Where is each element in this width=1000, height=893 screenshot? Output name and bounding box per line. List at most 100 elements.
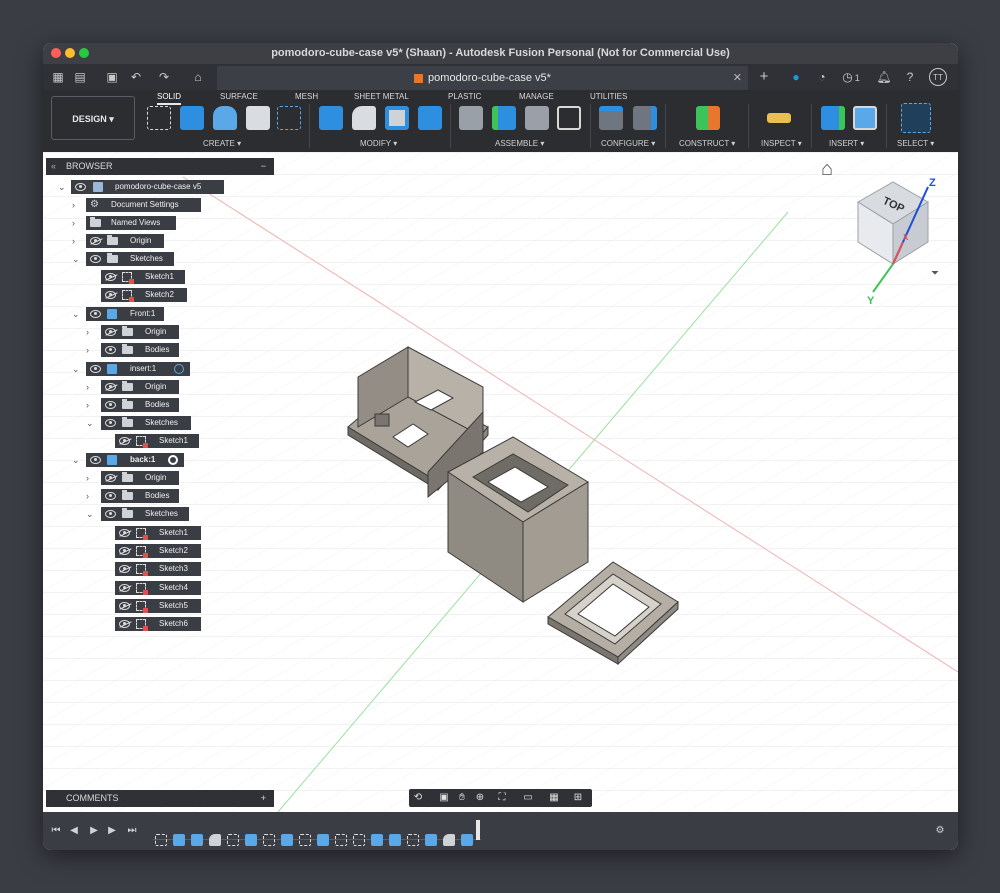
data-panel-icon[interactable]: ◔	[813, 68, 831, 86]
chevron-down-icon[interactable]: ⌄	[72, 362, 80, 376]
redo-icon[interactable]: ↷	[155, 68, 173, 86]
create-sketch-icon[interactable]	[147, 106, 171, 130]
tree-node-sketch[interactable]: Sketch1	[115, 526, 201, 540]
hidden-eye-icon[interactable]	[119, 602, 130, 610]
extensions-icon[interactable]: ●	[787, 68, 805, 86]
tree-node-front-component[interactable]: Front:1	[86, 307, 164, 321]
grid-menu-icon[interactable]: ▦	[49, 68, 67, 86]
visibility-eye-icon[interactable]	[105, 346, 116, 354]
hidden-eye-icon[interactable]	[105, 273, 116, 281]
tree-root[interactable]: pomodoro-cube-case v5	[71, 180, 224, 194]
group-inspect[interactable]: INSPECT ▾	[761, 139, 802, 148]
tree-node-origin[interactable]: Origin	[101, 380, 179, 394]
revolve-icon[interactable]	[213, 106, 237, 130]
chevron-right-icon[interactable]: ›	[72, 216, 75, 230]
tree-node-insert-component[interactable]: insert:1	[86, 362, 190, 376]
tree-node-sketches[interactable]: Sketches	[86, 252, 174, 266]
job-status-icon[interactable]: ◷ 1	[839, 68, 863, 86]
visibility-eye-icon[interactable]	[105, 492, 116, 500]
comments-panel-header[interactable]: COMMENTS +	[46, 790, 274, 807]
hidden-eye-icon[interactable]	[119, 620, 130, 628]
timeline-extrude-icon[interactable]	[425, 834, 437, 846]
chevron-right-icon[interactable]: ›	[72, 198, 75, 212]
tab-surface[interactable]: SURFACE	[220, 92, 258, 101]
file-menu-icon[interactable]: ▤	[71, 68, 89, 86]
hidden-eye-icon[interactable]	[105, 383, 116, 391]
timeline-fillet-icon[interactable]	[443, 834, 455, 846]
group-modify[interactable]: MODIFY ▾	[360, 139, 397, 148]
document-tab[interactable]: pomodoro-cube-case v5* ✕	[217, 66, 748, 90]
add-comment-button[interactable]: +	[261, 790, 266, 807]
chevron-down-icon[interactable]: ⌄	[72, 252, 80, 266]
hidden-eye-icon[interactable]	[119, 584, 130, 592]
go-to-start-icon[interactable]: ⏮	[49, 824, 63, 838]
hidden-eye-icon[interactable]	[105, 328, 116, 336]
visibility-eye-icon[interactable]	[75, 183, 86, 191]
shell-icon[interactable]	[385, 106, 409, 130]
hidden-eye-icon[interactable]	[119, 529, 130, 537]
hidden-eye-icon[interactable]	[119, 437, 130, 445]
chevron-right-icon[interactable]: ›	[86, 471, 89, 485]
user-avatar[interactable]: TT	[929, 68, 947, 86]
timeline-extrude-icon[interactable]	[281, 834, 293, 846]
close-window-button[interactable]	[51, 48, 61, 58]
chevron-right-icon[interactable]: ›	[72, 234, 75, 248]
activate-component-radio[interactable]	[174, 364, 184, 374]
tree-node-sketch[interactable]: Sketch6	[115, 617, 201, 631]
browser-collapse-button[interactable]: −	[261, 158, 266, 175]
tree-node-named-views[interactable]: Named Views	[86, 216, 176, 230]
viewports-icon[interactable]: ⊞	[571, 791, 585, 805]
tree-node-sketch[interactable]: Sketch1	[101, 270, 185, 284]
new-tab-icon[interactable]: +	[755, 68, 773, 86]
timeline-marker[interactable]	[476, 820, 480, 840]
tree-node-origin[interactable]: Origin	[101, 325, 179, 339]
visibility-eye-icon[interactable]	[90, 255, 101, 263]
tree-node-sketch[interactable]: Sketch4	[115, 581, 201, 595]
visibility-eye-icon[interactable]	[105, 510, 116, 518]
combine-icon[interactable]	[418, 106, 442, 130]
pan-hand-icon[interactable]: ✋︎	[455, 791, 469, 805]
tree-node-origin[interactable]: Origin	[86, 234, 164, 248]
chevron-down-icon[interactable]: ⌄	[72, 453, 80, 467]
step-back-icon[interactable]: ◀	[67, 824, 81, 838]
measure-icon[interactable]	[767, 113, 791, 123]
minimize-window-button[interactable]	[65, 48, 75, 58]
tree-node-sketch[interactable]: Sketch3	[115, 562, 201, 576]
as-built-joint-icon[interactable]	[525, 106, 549, 130]
tree-node-origin[interactable]: Origin	[101, 471, 179, 485]
home-view-icon[interactable]: ⌂	[821, 158, 833, 181]
tab-plastic[interactable]: PLASTIC	[448, 92, 481, 101]
tree-node-sketches[interactable]: Sketches	[101, 416, 191, 430]
browser-pin-icon[interactable]: «	[51, 158, 56, 175]
view-options-icon[interactable]: ⏷	[931, 268, 939, 279]
extrude-icon[interactable]	[180, 106, 204, 130]
timeline-sketch-icon[interactable]	[299, 834, 311, 846]
fillet-icon[interactable]	[352, 106, 376, 130]
tree-node-bodies[interactable]: Bodies	[101, 489, 179, 503]
chevron-right-icon[interactable]: ›	[86, 380, 89, 394]
chevron-down-icon[interactable]: ⌄	[72, 307, 80, 321]
new-component-icon[interactable]	[492, 106, 516, 130]
timeline-extrude-icon[interactable]	[245, 834, 257, 846]
tab-utilities[interactable]: UTILITIES	[590, 92, 627, 101]
play-icon[interactable]: ▶	[87, 824, 101, 838]
grid-settings-icon[interactable]: ▦	[547, 791, 561, 805]
tree-node-sketch[interactable]: Sketch2	[101, 288, 187, 302]
hidden-eye-icon[interactable]	[119, 565, 130, 573]
hidden-eye-icon[interactable]	[90, 237, 101, 245]
active-component-radio[interactable]	[168, 455, 178, 465]
chevron-down-icon[interactable]: ⌄	[86, 507, 94, 521]
timeline-extrude-icon[interactable]	[317, 834, 329, 846]
group-assemble[interactable]: ASSEMBLE ▾	[495, 139, 544, 148]
browser-panel-header[interactable]: « BROWSER −	[46, 158, 274, 175]
display-settings-icon[interactable]: ▭	[521, 791, 535, 805]
joint-icon[interactable]	[459, 106, 483, 130]
3d-viewport[interactable]: ⌂ TOP Z Y X ⏷	[43, 152, 958, 812]
hole-icon[interactable]	[246, 106, 270, 130]
pattern-icon[interactable]	[277, 106, 301, 130]
timeline-settings-gear-icon[interactable]: ⚙	[933, 824, 947, 838]
visibility-eye-icon[interactable]	[90, 365, 101, 373]
tree-node-document-settings[interactable]: ⚙ Document Settings	[86, 198, 201, 212]
group-select[interactable]: SELECT ▾	[897, 139, 934, 148]
tree-node-sketches[interactable]: Sketches	[101, 507, 189, 521]
